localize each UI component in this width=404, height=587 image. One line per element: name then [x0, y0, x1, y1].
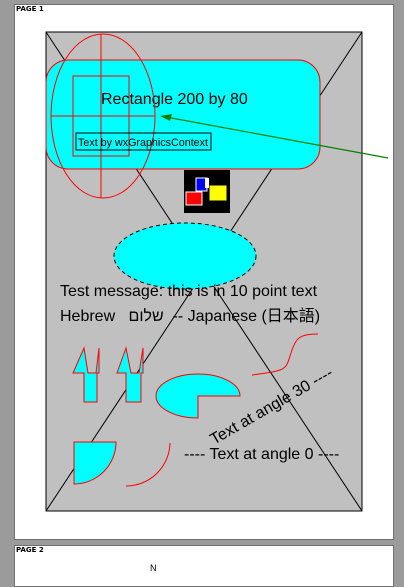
rectangle-label: Rectangle 200 by 80 [101, 91, 248, 108]
bitmap-yellow-rect [208, 184, 228, 202]
dashed-ellipse [113, 222, 257, 290]
gc-text: Text by wxGraphicsContext [78, 137, 208, 149]
printout-drawing: Rectangle 200 by 80 Text by wxGraphicsCo… [45, 31, 389, 512]
hebrew-japanese-line: Hebrew שלום -- Japanese (日本語) [60, 307, 320, 325]
bitmap-red-rect [185, 191, 203, 206]
test-message: Test message: this is in 10 point text [60, 283, 318, 300]
bitmap-white-bar [205, 178, 209, 188]
pie-cutout [199, 397, 239, 417]
text-angle-0: ---- Text at angle 0 ---- [184, 446, 339, 463]
